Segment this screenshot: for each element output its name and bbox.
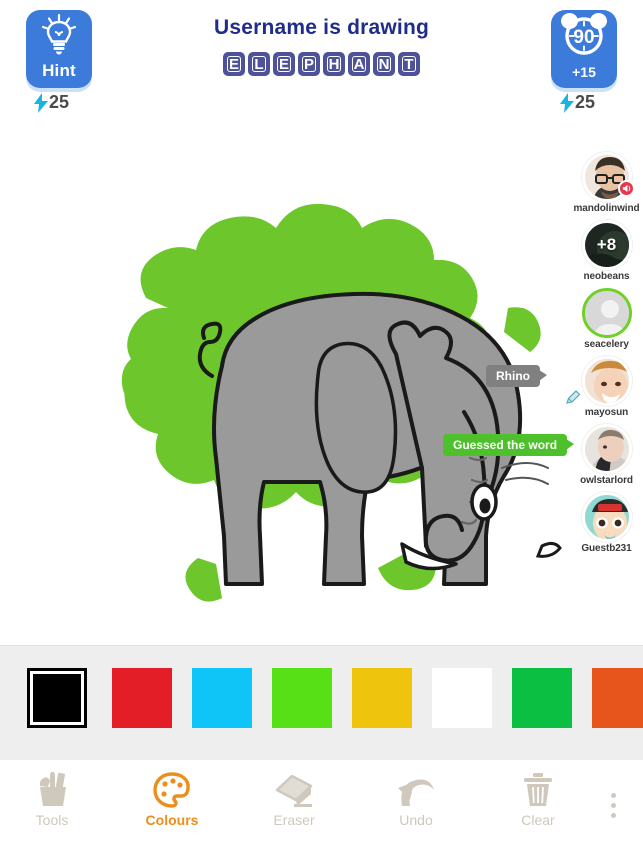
- dot: [610, 812, 616, 818]
- word-tiles: E L E P H A N T: [0, 52, 643, 76]
- tool-button-undo[interactable]: Undo: [368, 770, 464, 840]
- word-letter: E: [223, 52, 245, 76]
- colour-swatch-yellow[interactable]: [352, 668, 412, 728]
- player-score: +8: [596, 235, 617, 254]
- chat-bubble-correct-text: Guessed the word: [453, 438, 558, 452]
- player-item[interactable]: mayosun: [566, 356, 643, 418]
- elephant-drawing: [121, 203, 562, 602]
- tool-label: Clear: [521, 812, 555, 828]
- lightning-bolt-icon: [34, 92, 48, 113]
- eraser-icon: [274, 770, 314, 808]
- player-item[interactable]: +8 neobeans: [570, 220, 643, 282]
- player-name: seacelery: [584, 339, 629, 350]
- tool-button-clear[interactable]: Clear: [490, 770, 586, 840]
- add-time-button[interactable]: 90 +15: [551, 10, 617, 88]
- colour-palette-panel: [0, 645, 643, 773]
- player-list: mandolinwind +8 neobeans seacelery mayos…: [566, 152, 643, 560]
- more-options-button[interactable]: [598, 782, 628, 828]
- avatar-photo-owlstarlord: [584, 427, 629, 471]
- colour-swatch-black[interactable]: [27, 668, 87, 728]
- player-item[interactable]: owlstarlord: [570, 424, 643, 486]
- pencil-cup-icon: [32, 770, 72, 808]
- hint-cost-value: 25: [49, 92, 70, 112]
- pencil-icon: [566, 390, 581, 404]
- player-name: mayosun: [584, 407, 629, 418]
- hint-cost: 25: [34, 92, 69, 113]
- word-letter: A: [348, 52, 370, 76]
- dot: [610, 802, 616, 808]
- bottom-toolbar: Tools Colours Eraser Undo Clear: [0, 760, 643, 858]
- avatar: [581, 492, 632, 542]
- avatar: [581, 288, 632, 338]
- alarm-clock-icon: 90: [556, 10, 612, 67]
- palette-icon: [153, 770, 191, 808]
- word-letter: L: [248, 52, 270, 76]
- top-bar: Hint 25 Username is drawing E L E P H A …: [0, 0, 643, 130]
- add-time-cost-value: 25: [575, 92, 596, 112]
- colour-swatch-row: [0, 668, 643, 728]
- word-letter: P: [298, 52, 320, 76]
- tool-button-tools[interactable]: Tools: [4, 770, 100, 840]
- player-item[interactable]: Guestb231: [570, 492, 643, 554]
- add-time-cost: 25: [560, 92, 595, 113]
- word-letter: T: [398, 52, 420, 76]
- chat-bubble-guess: Rhino: [486, 365, 547, 387]
- colour-swatch-red[interactable]: [112, 668, 172, 728]
- chat-bubble-guess-text: Rhino: [496, 369, 530, 383]
- tool-label: Eraser: [273, 812, 315, 828]
- word-letter: H: [323, 52, 345, 76]
- colour-swatch-cyan[interactable]: [192, 668, 252, 728]
- avatar-placeholder-icon: [584, 291, 629, 335]
- trash-can-icon: [521, 770, 555, 808]
- avatar: [581, 356, 632, 406]
- colour-swatch-orange[interactable]: [592, 668, 643, 728]
- player-item[interactable]: mandolinwind: [570, 152, 643, 214]
- avatar-cartoon-guestb231: [584, 495, 629, 539]
- player-name: mandolinwind: [573, 203, 640, 214]
- colour-swatch-emerald[interactable]: [512, 668, 572, 728]
- avatar: +8: [581, 220, 632, 270]
- page-title: Username is drawing: [213, 16, 430, 39]
- bubble-tail: [539, 370, 547, 381]
- colour-swatch-white[interactable]: [432, 668, 492, 728]
- player-item[interactable]: seacelery: [570, 288, 643, 350]
- lightning-bolt-icon: [560, 92, 574, 113]
- player-name: neobeans: [583, 271, 630, 282]
- tool-label: Undo: [399, 812, 433, 828]
- chat-bubble-correct: Guessed the word: [443, 434, 575, 456]
- add-time-bonus-label: +15: [572, 64, 596, 80]
- tool-button-eraser[interactable]: Eraser: [246, 770, 342, 840]
- player-name: owlstarlord: [580, 475, 633, 486]
- dot: [610, 792, 616, 798]
- tool-label: Tools: [35, 812, 69, 828]
- svg-text:90: 90: [573, 27, 594, 48]
- muted-icon: [618, 180, 635, 197]
- player-name: Guestb231: [581, 543, 632, 554]
- word-letter: E: [273, 52, 295, 76]
- avatar-photo-mayosun: [584, 359, 629, 403]
- tool-label: Colours: [145, 812, 199, 828]
- colour-swatch-green[interactable]: [272, 668, 332, 728]
- drawing-canvas[interactable]: Rhino Guessed the word: [0, 130, 643, 640]
- word-letter: N: [373, 52, 395, 76]
- undo-arrow-icon: [396, 770, 436, 808]
- avatar: [581, 424, 632, 474]
- tool-button-colours[interactable]: Colours: [124, 770, 220, 840]
- drawing-game-screen: Hint 25 Username is drawing E L E P H A …: [0, 0, 643, 858]
